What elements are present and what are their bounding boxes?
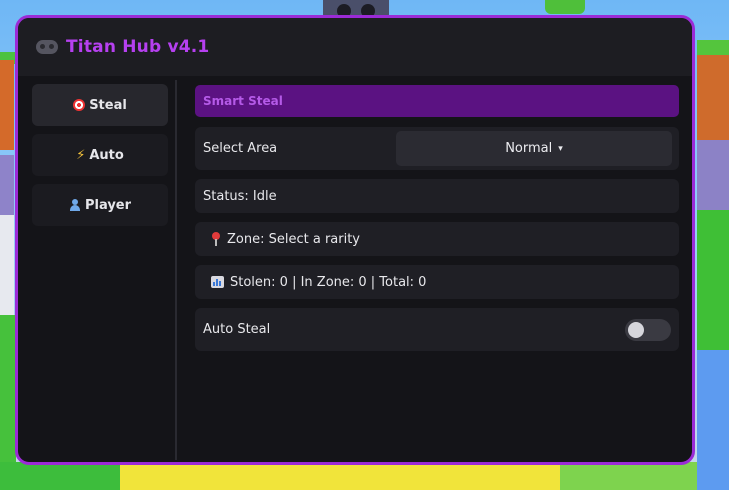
toggle-knob: [628, 321, 644, 338]
sidebar-item-label: Player: [84, 197, 132, 213]
background-block: [560, 462, 697, 490]
dropdown-value: Normal: [505, 141, 553, 156]
game-scene: Titan Hub v4.1 Steal ⚡ Auto Player Smart…: [0, 0, 729, 490]
select-area-label: Select Area: [203, 141, 278, 156]
background-block: [0, 60, 14, 150]
background-block: [697, 55, 729, 145]
chevron-down-icon: ▾: [558, 143, 563, 154]
sidebar-item-player[interactable]: Player: [32, 184, 168, 226]
select-area-row: Select Area Normal ▾: [195, 127, 679, 170]
background-block: [0, 315, 16, 465]
stats-text: Stolen: 0 | In Zone: 0 | Total: 0: [230, 274, 427, 290]
background-block: [697, 210, 729, 350]
auto-steal-toggle[interactable]: [625, 318, 671, 341]
background-block: [0, 155, 14, 215]
target-icon: [73, 99, 86, 111]
title-bar[interactable]: Titan Hub v4.1: [18, 18, 692, 76]
background-block: [0, 215, 14, 315]
stats-row: Stolen: 0 | In Zone: 0 | Total: 0: [195, 265, 679, 299]
sidebar-divider: [175, 80, 177, 460]
status-row: Status: Idle: [195, 179, 679, 213]
sidebar-item-label: Steal: [89, 97, 127, 113]
bar-chart-icon: [211, 276, 224, 288]
background-block: [697, 350, 729, 490]
zone-row: Zone: Select a rarity: [195, 222, 679, 256]
sidebar: Steal ⚡ Auto Player: [32, 84, 172, 454]
auto-steal-label: Auto Steal: [203, 322, 271, 337]
background-block: [0, 462, 120, 490]
area-dropdown[interactable]: Normal ▾: [396, 131, 672, 166]
hub-window: Titan Hub v4.1 Steal ⚡ Auto Player Smart…: [15, 15, 695, 465]
sidebar-item-steal[interactable]: Steal: [32, 84, 168, 126]
sidebar-item-label: Auto: [89, 147, 124, 163]
gamepad-icon: [36, 40, 58, 54]
section-title: Smart Steal: [195, 85, 679, 117]
status-text: Status: Idle: [203, 188, 277, 204]
zone-text: Zone: Select a rarity: [227, 231, 361, 247]
lightning-icon: ⚡: [76, 147, 86, 163]
sidebar-item-auto[interactable]: ⚡ Auto: [32, 134, 168, 176]
background-block: [120, 462, 560, 490]
person-icon: [69, 199, 81, 211]
pin-icon: [211, 232, 221, 246]
main-content: Smart Steal Select Area Normal ▾ Status:…: [195, 85, 679, 360]
background-block: [697, 140, 729, 210]
auto-steal-row: Auto Steal: [195, 308, 679, 351]
window-title: Titan Hub v4.1: [66, 37, 210, 57]
background-tree: [545, 0, 585, 14]
